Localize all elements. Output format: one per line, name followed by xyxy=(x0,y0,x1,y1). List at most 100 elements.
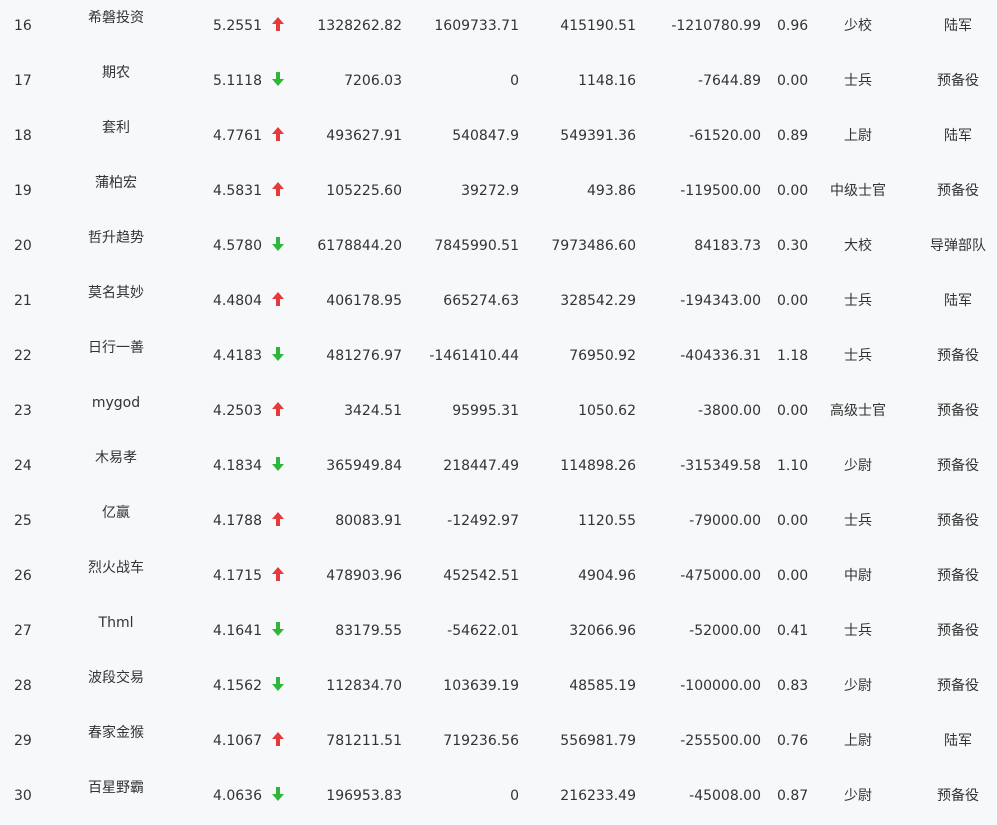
trader-name-link[interactable]: 期农 xyxy=(66,64,166,82)
trader-name-link[interactable]: Thml xyxy=(66,614,166,632)
score-cell: 4.1641 xyxy=(213,623,262,639)
value-4-cell: -255500.00 xyxy=(680,733,761,749)
table-row[interactable]: 18 套利 4.7761 493627.91 540847.9 549391.3… xyxy=(0,110,997,165)
rank-cell: 19 xyxy=(14,183,32,199)
department-cell: 预备役 xyxy=(937,73,979,89)
military-rank-cell: 士兵 xyxy=(844,348,872,364)
table-row[interactable]: 30 百星野霸 4.0636 196953.83 0 216233.49 -45… xyxy=(0,770,997,825)
table-row[interactable]: 24 木易孝 4.1834 365949.84 218447.49 114898… xyxy=(0,440,997,495)
table-row[interactable]: 22 日行一善 4.4183 481276.97 -1461410.44 769… xyxy=(0,330,997,385)
value-2-cell: 719236.56 xyxy=(443,733,519,749)
value-3-cell: 32066.96 xyxy=(569,623,636,639)
value-3-cell: 549391.36 xyxy=(560,128,636,144)
value-1-cell: 112834.70 xyxy=(326,678,402,694)
arrow-down-icon xyxy=(272,787,284,801)
department-cell: 陆军 xyxy=(944,18,972,34)
department-cell: 陆军 xyxy=(944,733,972,749)
value-2-cell: 665274.63 xyxy=(443,293,519,309)
value-3-cell: 48585.19 xyxy=(569,678,636,694)
value-1-cell: 80083.91 xyxy=(335,513,402,529)
trader-name-link[interactable]: 烈火战车 xyxy=(66,559,166,577)
trader-name-link[interactable]: 木易孝 xyxy=(66,449,166,467)
trader-name-link[interactable]: 莫名其妙 xyxy=(66,284,166,302)
arrow-up-icon xyxy=(272,512,284,526)
rank-cell: 21 xyxy=(14,293,32,309)
military-rank-cell: 少尉 xyxy=(844,458,872,474)
ratio-cell: 1.18 xyxy=(777,348,809,364)
table-row[interactable]: 17 期农 5.1118 7206.03 0 1148.16 -7644.89 … xyxy=(0,55,997,110)
rank-cell: 16 xyxy=(14,18,32,34)
trader-name-link[interactable]: 希磐投资 xyxy=(66,9,166,27)
table-row[interactable]: 21 莫名其妙 4.4804 406178.95 665274.63 32854… xyxy=(0,275,997,330)
table-row[interactable]: 16 希磐投资 5.2551 1328262.82 1609733.71 415… xyxy=(0,0,997,55)
score-cell: 4.5780 xyxy=(213,238,262,254)
military-rank-cell: 士兵 xyxy=(844,513,872,529)
value-3-cell: 1148.16 xyxy=(578,73,636,89)
department-cell: 预备役 xyxy=(937,348,979,364)
value-3-cell: 114898.26 xyxy=(560,458,636,474)
department-cell: 陆军 xyxy=(944,128,972,144)
department-cell: 预备役 xyxy=(937,183,979,199)
value-3-cell: 415190.51 xyxy=(560,18,636,34)
value-4-cell: -194343.00 xyxy=(680,293,761,309)
table-row[interactable]: 26 烈火战车 4.1715 478903.96 452542.51 4904.… xyxy=(0,550,997,605)
table-row[interactable]: 25 亿赢 4.1788 80083.91 -12492.97 1120.55 … xyxy=(0,495,997,550)
table-row[interactable]: 20 哲升趋势 4.5780 6178844.20 7845990.51 797… xyxy=(0,220,997,275)
value-4-cell: -45008.00 xyxy=(689,788,761,804)
value-1-cell: 781211.51 xyxy=(326,733,402,749)
military-rank-cell: 中级士官 xyxy=(830,183,886,199)
trader-name-link[interactable]: mygod xyxy=(66,394,166,412)
arrow-up-icon xyxy=(272,732,284,746)
trader-name-link[interactable]: 百星野霸 xyxy=(66,779,166,797)
department-cell: 导弹部队 xyxy=(930,238,986,254)
arrow-up-icon xyxy=(272,402,284,416)
rank-cell: 24 xyxy=(14,458,32,474)
ratio-cell: 0.30 xyxy=(777,238,809,254)
value-1-cell: 196953.83 xyxy=(326,788,402,804)
table-row[interactable]: 27 Thml 4.1641 83179.55 -54622.01 32066.… xyxy=(0,605,997,660)
ratio-cell: 0.00 xyxy=(777,568,809,584)
value-2-cell: 103639.19 xyxy=(443,678,519,694)
rank-cell: 30 xyxy=(14,788,32,804)
value-2-cell: 0 xyxy=(510,788,519,804)
score-cell: 4.4183 xyxy=(213,348,262,364)
table-row[interactable]: 29 春家金猴 4.1067 781211.51 719236.56 55698… xyxy=(0,715,997,770)
department-cell: 预备役 xyxy=(937,403,979,419)
rank-cell: 22 xyxy=(14,348,32,364)
table-row[interactable]: 19 蒲柏宏 4.5831 105225.60 39272.9 493.86 -… xyxy=(0,165,997,220)
value-4-cell: -79000.00 xyxy=(689,513,761,529)
arrow-up-icon xyxy=(272,127,284,141)
arrow-down-icon xyxy=(272,347,284,361)
arrow-down-icon xyxy=(272,677,284,691)
trader-name-link[interactable]: 哲升趋势 xyxy=(66,229,166,247)
department-cell: 预备役 xyxy=(937,788,979,804)
military-rank-cell: 少尉 xyxy=(844,788,872,804)
ratio-cell: 0.41 xyxy=(777,623,809,639)
value-4-cell: -475000.00 xyxy=(680,568,761,584)
value-3-cell: 493.86 xyxy=(587,183,636,199)
military-rank-cell: 上尉 xyxy=(844,128,872,144)
trader-name-link[interactable]: 亿赢 xyxy=(66,504,166,522)
value-3-cell: 328542.29 xyxy=(560,293,636,309)
value-2-cell: 1609733.71 xyxy=(434,18,519,34)
rank-cell: 25 xyxy=(14,513,32,529)
table-row[interactable]: 28 波段交易 4.1562 112834.70 103639.19 48585… xyxy=(0,660,997,715)
value-4-cell: -52000.00 xyxy=(689,623,761,639)
trader-name-link[interactable]: 日行一善 xyxy=(66,339,166,357)
table-row[interactable]: 23 mygod 4.2503 3424.51 95995.31 1050.62… xyxy=(0,385,997,440)
value-3-cell: 556981.79 xyxy=(560,733,636,749)
score-cell: 4.1067 xyxy=(213,733,262,749)
trader-name-link[interactable]: 蒲柏宏 xyxy=(66,174,166,192)
rank-cell: 20 xyxy=(14,238,32,254)
value-2-cell: 218447.49 xyxy=(443,458,519,474)
score-cell: 5.1118 xyxy=(213,73,262,89)
military-rank-cell: 士兵 xyxy=(844,293,872,309)
rank-cell: 18 xyxy=(14,128,32,144)
trader-name-link[interactable]: 套利 xyxy=(66,119,166,137)
value-1-cell: 7206.03 xyxy=(344,73,402,89)
value-3-cell: 4904.96 xyxy=(578,568,636,584)
trader-name-link[interactable]: 春家金猴 xyxy=(66,724,166,742)
trader-name-link[interactable]: 波段交易 xyxy=(66,669,166,687)
value-1-cell: 3424.51 xyxy=(344,403,402,419)
rank-cell: 28 xyxy=(14,678,32,694)
